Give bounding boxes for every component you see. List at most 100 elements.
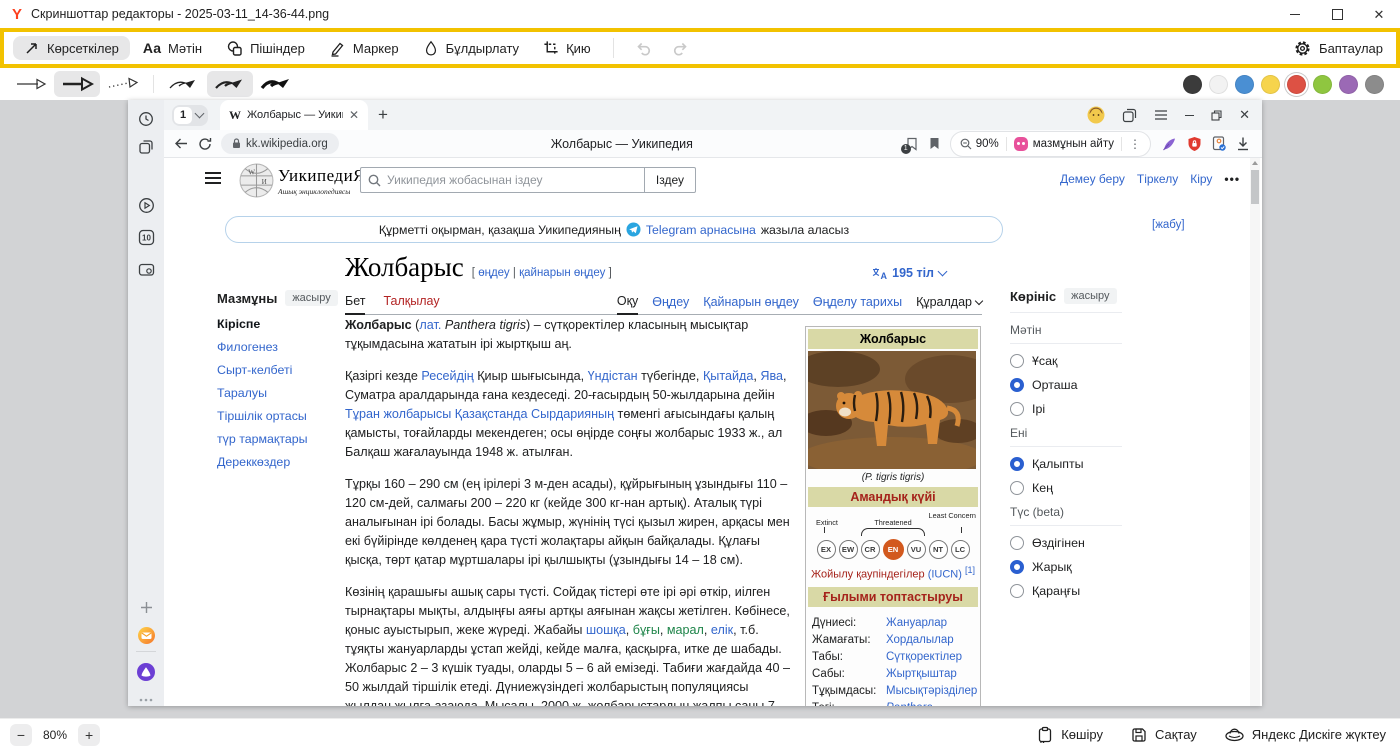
pill-menu-icon[interactable]: ⋮ — [1129, 137, 1141, 151]
wiki-header-link[interactable]: Демеу беру — [1060, 172, 1125, 186]
toc-item[interactable]: Сырт-келбеті — [217, 361, 343, 380]
scroll-up-icon[interactable] — [1252, 161, 1258, 165]
toc-item[interactable]: Кіріспе — [217, 315, 343, 334]
toc-item[interactable]: Таралуы — [217, 384, 343, 403]
page-scrollbar[interactable] — [1250, 158, 1260, 706]
radio-option[interactable]: Жарық — [1010, 560, 1122, 574]
taxonomy-value[interactable]: Жыртқыштар — [886, 668, 957, 680]
tool-text-button[interactable]: Аа Мәтін — [132, 36, 213, 60]
alice-assistant-icon[interactable] — [136, 662, 156, 682]
iucn-badge-en[interactable]: EN — [883, 539, 904, 560]
profile-avatar[interactable] — [1087, 106, 1105, 124]
tab-counter-badge[interactable]: 10 — [136, 227, 156, 247]
wiki-link[interactable]: Тұран жолбарысы — [345, 407, 451, 421]
browser-minimize-icon[interactable] — [1185, 115, 1194, 116]
wiki-link[interactable]: лат. — [419, 318, 441, 332]
language-selector[interactable]: A 195 тіл — [804, 266, 946, 280]
copy-button[interactable]: Көшіру — [1037, 726, 1103, 743]
download-icon[interactable] — [1236, 136, 1250, 151]
page-zoom-control[interactable]: 90% — [960, 138, 999, 150]
zoom-out-button[interactable]: − — [10, 724, 32, 746]
radio-option[interactable]: Орташа — [1010, 378, 1122, 392]
zoom-in-button[interactable]: + — [78, 724, 100, 746]
search-button[interactable]: Іздеу — [644, 168, 695, 192]
arrow-style-sketch-medium[interactable] — [207, 71, 253, 97]
taxonomy-value[interactable]: Хордалылар — [886, 634, 954, 646]
iucn-link[interactable]: (IUCN) — [928, 569, 962, 581]
browser-restore-icon[interactable] — [1211, 110, 1222, 121]
maximize-button[interactable] — [1316, 0, 1358, 28]
arrow-style-sketch-bold[interactable] — [253, 71, 299, 97]
iucn-badge-ew[interactable]: EW — [839, 540, 858, 559]
browser-tab[interactable]: W Жолбарыс — Уикипеді ✕ — [220, 100, 368, 130]
wiki-link[interactable]: Қазақстанда Сырдарияның — [455, 407, 614, 421]
wikipedia-wordmark[interactable]: УикипедиЯ Ашық энциклопедиясы — [278, 166, 365, 196]
arrow-style-straight-thin[interactable] — [8, 71, 54, 97]
wiki-link[interactable]: Ява — [760, 369, 783, 383]
protect-shield-icon[interactable] — [1187, 136, 1202, 152]
wiki-header-link[interactable]: Тіркелу — [1137, 172, 1178, 186]
tool-shapes-button[interactable]: Пішіндер — [215, 36, 316, 61]
page-tab[interactable]: Бет — [345, 294, 365, 315]
iucn-badge-vu[interactable]: VU — [907, 540, 926, 559]
reference-link[interactable]: [1] — [965, 565, 975, 575]
toc-hide-button[interactable]: жасыру — [285, 290, 337, 306]
taxonomy-value[interactable]: Panthera — [886, 702, 933, 706]
yandex-mail-icon[interactable] — [136, 625, 156, 645]
video-icon[interactable] — [136, 195, 156, 215]
add-panel-icon[interactable] — [136, 597, 156, 617]
translate-page-icon[interactable] — [1212, 136, 1226, 151]
status-link[interactable]: Жойылу қаупіндегілер — [811, 569, 925, 581]
feather-extension-icon[interactable] — [1161, 136, 1177, 152]
radio-option[interactable]: Қараңғы — [1010, 584, 1122, 598]
tool-blur-button[interactable]: Бұлдырлату — [412, 36, 530, 60]
scrollbar-thumb[interactable] — [1251, 170, 1259, 204]
page-tab[interactable]: Талқылау — [383, 294, 439, 314]
radio-option[interactable]: Қалыпты — [1010, 457, 1122, 471]
save-button[interactable]: Сақтау — [1131, 727, 1197, 743]
taxonomy-value[interactable]: Жануарлар — [886, 617, 947, 629]
wiki-menu-icon[interactable] — [205, 172, 221, 187]
wiki-link[interactable]: бұғы — [633, 623, 660, 637]
back-icon[interactable] — [174, 137, 189, 150]
toc-item[interactable]: түр тармақтары — [217, 430, 343, 449]
iucn-badge-cr[interactable]: CR — [861, 540, 880, 559]
bookmark-icon[interactable] — [929, 137, 940, 150]
wikipedia-globe-logo[interactable]: WИ — [238, 162, 275, 199]
taxonomy-value[interactable]: Сүтқоректілер — [886, 651, 962, 663]
tab-counter-button[interactable]: 1 — [172, 105, 208, 126]
wiki-link[interactable]: елік — [711, 623, 733, 637]
history-icon[interactable] — [136, 109, 156, 129]
read-aloud-button[interactable]: мазмұнын айту — [1014, 137, 1114, 151]
editor-canvas[interactable]: 10 1 W Жолбарыс — Уикипеді ✕ — [0, 100, 1400, 718]
more-options[interactable]: ••• — [1224, 172, 1240, 186]
taxonomy-value[interactable]: Мысықтәрізділер — [886, 685, 977, 697]
wiki-link[interactable]: Қытайда — [703, 369, 753, 383]
arrow-style-dotted[interactable] — [100, 71, 146, 97]
banner-close-link[interactable]: [жабу] — [1152, 219, 1185, 231]
wiki-search-box[interactable]: Уикипедия жобасынан іздеу Іздеу — [360, 167, 696, 193]
browser-close-icon[interactable]: ✕ — [1239, 107, 1250, 123]
menu-icon[interactable] — [1154, 109, 1168, 121]
undo-button[interactable] — [625, 36, 661, 60]
url-field[interactable]: kk.wikipedia.org — [221, 133, 339, 154]
close-button[interactable]: ✕ — [1358, 0, 1400, 28]
radio-option[interactable]: Ірі — [1010, 402, 1122, 416]
edit-source-link[interactable]: қайнарын өңдеу — [519, 267, 605, 279]
screenshot-image[interactable]: 10 1 W Жолбарыс — Уикипеді ✕ — [128, 100, 1262, 706]
radio-option[interactable]: Ұсақ — [1010, 354, 1122, 368]
arrow-style-sketch-thin[interactable] — [161, 71, 207, 97]
edit-link[interactable]: өңдеу — [478, 267, 509, 279]
color-swatch[interactable] — [1313, 75, 1332, 94]
color-swatch[interactable] — [1287, 75, 1306, 94]
iucn-badge-nt[interactable]: NT — [929, 540, 948, 559]
appearance-hide-button[interactable]: жасыру — [1064, 288, 1116, 304]
color-swatch[interactable] — [1183, 75, 1202, 94]
toc-item[interactable]: Филогенез — [217, 338, 343, 357]
wiki-link[interactable]: Үндістан — [588, 369, 638, 383]
upload-yandex-disk-button[interactable]: Яндекс Дискіге жүктеу — [1225, 727, 1386, 742]
color-swatch[interactable] — [1339, 75, 1358, 94]
screenshot-tool-icon[interactable] — [136, 259, 156, 279]
page-tab[interactable]: Өңдеу — [652, 295, 689, 314]
radio-option[interactable]: Өздігінен — [1010, 536, 1122, 550]
